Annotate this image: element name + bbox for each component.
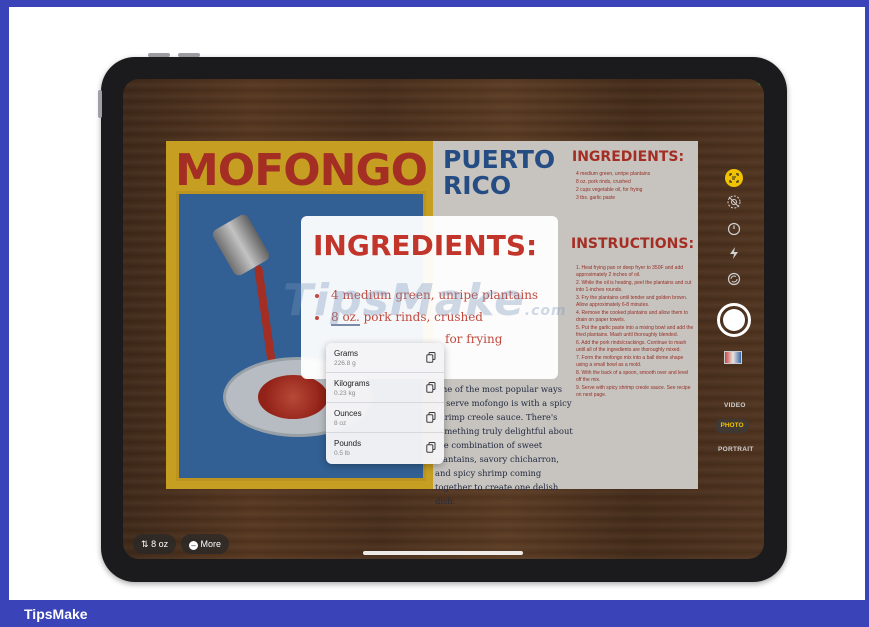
- unit-conversion-pill[interactable]: ⇅ 8 oz: [133, 534, 177, 554]
- conversion-item-pounds[interactable]: Pounds 0.5 lb: [326, 433, 444, 463]
- frame-top-border: [0, 0, 869, 7]
- copy-icon[interactable]: [426, 352, 436, 363]
- camera-viewfinder: MOFONGO PUERTO RICO INGREDIENTS: 4 mediu…: [123, 79, 764, 559]
- mode-portrait[interactable]: PORTRAIT: [718, 446, 754, 453]
- copy-icon[interactable]: [426, 412, 436, 423]
- home-indicator[interactable]: [363, 551, 523, 555]
- watermark: TipsMake.com: [283, 275, 567, 326]
- more-button[interactable]: – More: [181, 534, 230, 554]
- timer-icon[interactable]: [726, 220, 742, 236]
- copy-icon[interactable]: [426, 382, 436, 393]
- unit-conversion-menu[interactable]: Grams 226.8 g Kilograms 0.23 kg Ounces 8…: [326, 343, 444, 464]
- frame-left-border: [0, 0, 9, 627]
- more-icon: –: [189, 541, 198, 550]
- ipad-side-button: [98, 90, 102, 118]
- footer-bar: TipsMake: [0, 600, 869, 627]
- mode-photo[interactable]: PHOTO: [715, 419, 749, 433]
- popup-ingredients-heading[interactable]: INGREDIENTS:: [313, 229, 537, 262]
- conversion-item-kilograms[interactable]: Kilograms 0.23 kg: [326, 373, 444, 403]
- conversion-item-grams[interactable]: Grams 226.8 g: [326, 343, 444, 373]
- switch-camera-icon[interactable]: [726, 271, 742, 287]
- popup-ingredient-line[interactable]: for frying: [445, 332, 502, 346]
- frame-right-border: [865, 0, 869, 627]
- flash-icon[interactable]: [726, 245, 742, 261]
- live-text-icon: [729, 173, 739, 183]
- conversion-arrows-icon: ⇅: [141, 539, 149, 549]
- shutter-button[interactable]: [717, 303, 751, 337]
- copy-icon[interactable]: [426, 442, 436, 453]
- live-photo-off-icon[interactable]: [726, 194, 742, 210]
- photo-thumbnail[interactable]: [724, 351, 742, 364]
- conversion-item-ounces[interactable]: Ounces 8 oz: [326, 403, 444, 433]
- footer-brand: TipsMake: [24, 606, 88, 622]
- live-text-scan-button[interactable]: [725, 169, 743, 187]
- mode-video[interactable]: VIDEO: [724, 402, 746, 409]
